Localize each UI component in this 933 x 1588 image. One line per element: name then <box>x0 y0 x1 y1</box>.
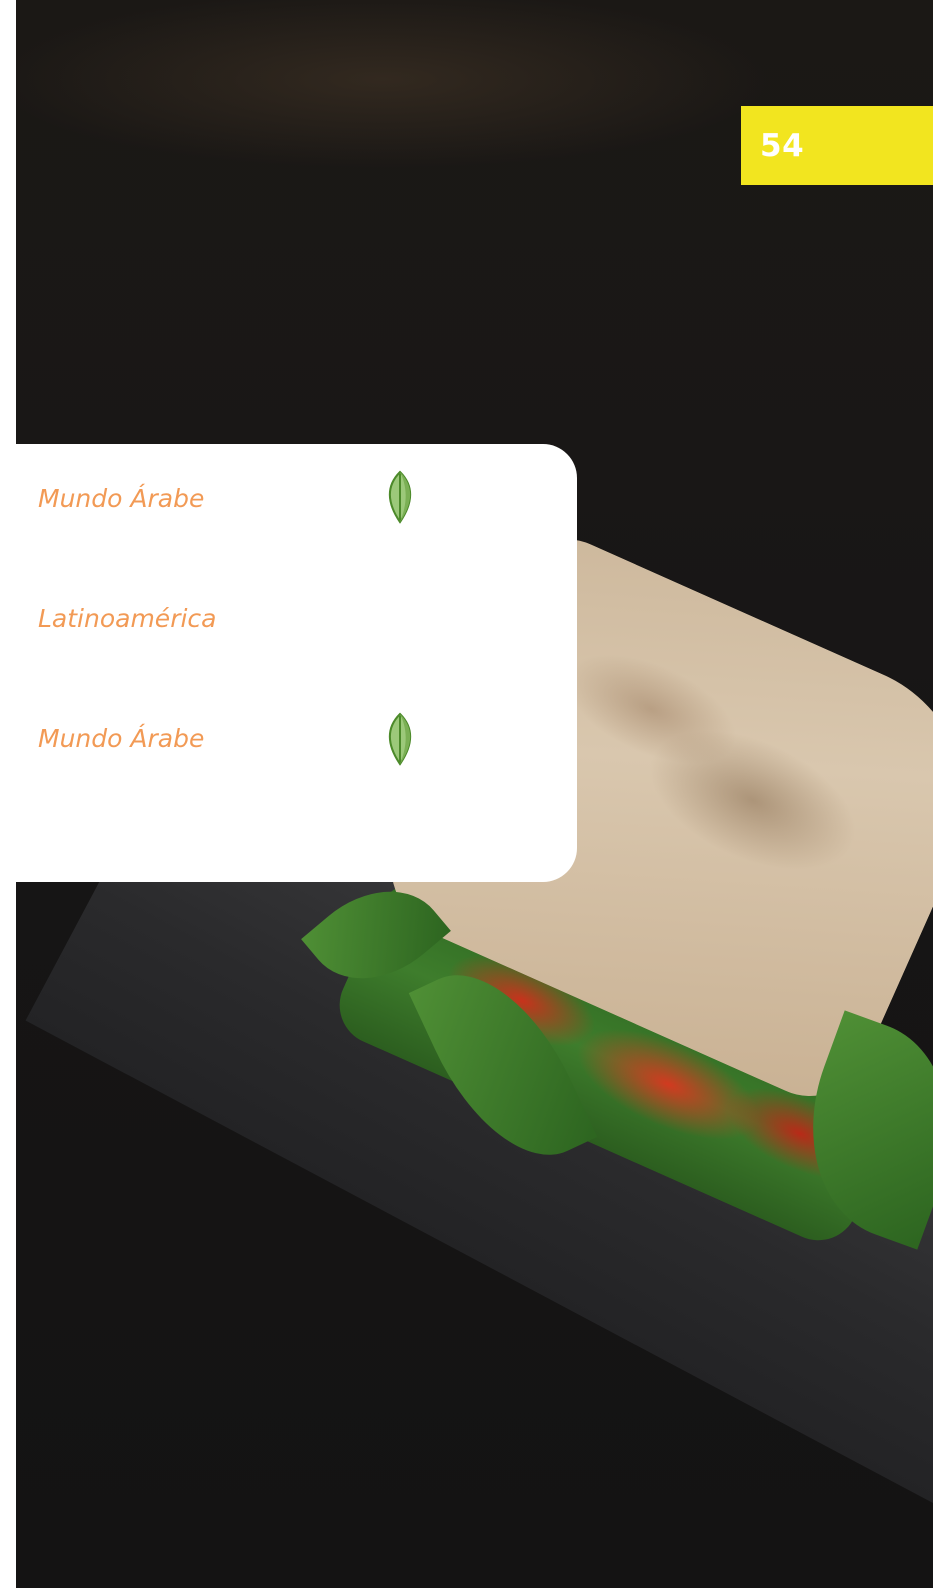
menu-card: Mundo Árabe Latinoamérica Mundo Árabe <box>16 444 577 882</box>
page-number-badge: 54 <box>741 106 933 185</box>
menu-item-label: Latinoamérica <box>38 603 217 633</box>
menu-page: 54 Mundo Árabe Latinoamérica Mundo Árabe <box>0 0 933 1588</box>
menu-item-latinoamerica[interactable]: Latinoamérica <box>38 588 216 648</box>
menu-item-label: Mundo Árabe <box>38 723 205 753</box>
menu-item-mundo-arabe[interactable]: Mundo Árabe <box>38 708 204 768</box>
menu-item-mundo-arabe[interactable]: Mundo Árabe <box>38 468 204 528</box>
page-number: 54 <box>760 127 805 164</box>
leaf-icon <box>388 712 412 766</box>
leaf-icon <box>388 470 412 524</box>
menu-item-label: Mundo Árabe <box>38 483 205 513</box>
